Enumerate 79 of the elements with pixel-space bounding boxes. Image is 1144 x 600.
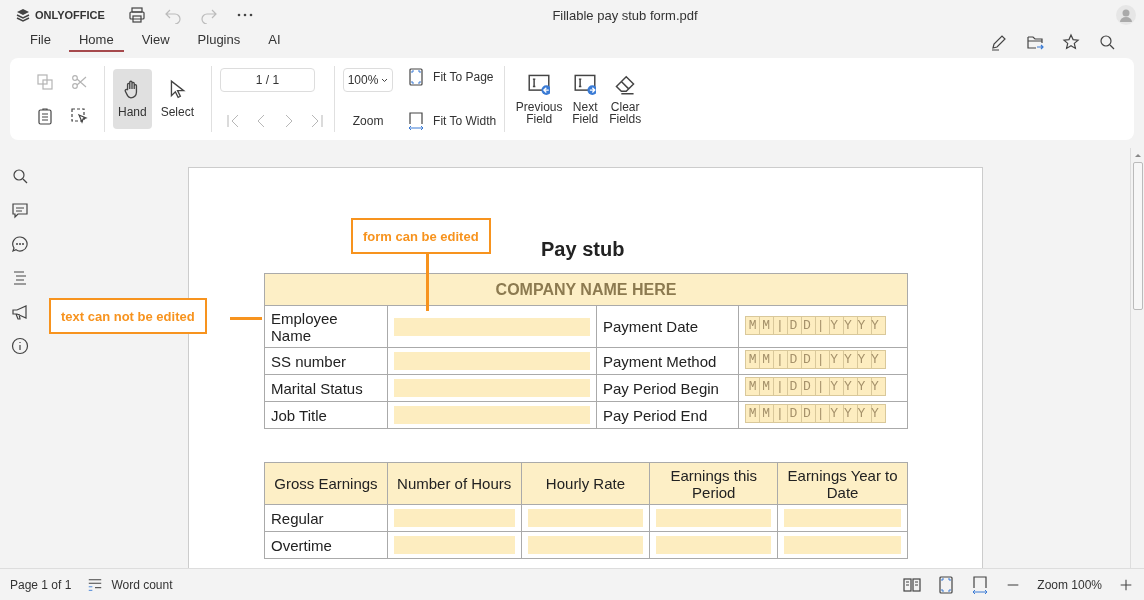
next-field-button[interactable]: Next Field <box>565 69 606 129</box>
leader-line <box>230 317 262 320</box>
zoom-level: Zoom 100% <box>1037 577 1102 592</box>
company-name: COMPANY NAME HERE <box>264 273 908 306</box>
page-count: Page 1 of 1 <box>10 577 72 592</box>
table-cell: Marital Status <box>264 374 388 402</box>
clipboard-icon[interactable] <box>36 107 54 125</box>
previous-field-button[interactable]: Previous Field <box>513 69 566 129</box>
table-cell: Overtime <box>264 531 388 559</box>
form-field[interactable] <box>394 352 590 370</box>
megaphone-icon[interactable] <box>11 303 29 321</box>
form-field[interactable] <box>784 536 901 554</box>
form-field[interactable] <box>393 536 515 554</box>
fit-page-icon <box>407 68 426 86</box>
zoom-dropdown[interactable]: 100% <box>343 68 394 92</box>
select-tool-button[interactable]: Select <box>155 69 200 129</box>
eraser-icon <box>614 73 637 95</box>
fit-to-width-button[interactable]: Fit To Width <box>407 112 497 130</box>
form-field[interactable] <box>656 536 772 554</box>
column-header: Earnings Year to Date <box>777 462 908 505</box>
document-heading: Pay stub <box>541 237 625 262</box>
star-icon[interactable] <box>1062 33 1080 51</box>
print-icon[interactable] <box>128 6 146 24</box>
pencil-icon[interactable] <box>990 33 1008 51</box>
form-field[interactable] <box>527 536 644 554</box>
fit-width-icon[interactable] <box>971 575 990 594</box>
form-field[interactable] <box>393 509 515 527</box>
menu-tab[interactable]: View <box>131 32 180 52</box>
column-header: Earnings this Period <box>649 462 778 505</box>
caret-icon[interactable] <box>381 77 389 83</box>
menu-tab[interactable]: Home <box>68 32 124 52</box>
search-icon[interactable] <box>1098 33 1116 51</box>
form-field[interactable] <box>394 406 590 424</box>
table-cell: SS number <box>264 347 388 375</box>
callout-label: text can not be edited <box>49 298 207 334</box>
clear-fields-button[interactable]: Clear Fields <box>605 69 646 129</box>
comment-icon[interactable] <box>11 201 29 219</box>
list-icon[interactable] <box>11 269 29 287</box>
next-field-icon <box>574 73 597 95</box>
fit-to-page-button[interactable]: Fit To Page <box>407 68 497 86</box>
logo-text: ONLYOFFICE <box>35 9 105 21</box>
word-count-icon <box>87 576 104 593</box>
table-cell: Employee Name <box>264 305 388 348</box>
column-header: Gross Earnings <box>264 462 388 505</box>
form-field[interactable] <box>394 379 590 397</box>
callout-label: form can be edited <box>351 218 491 254</box>
form-field[interactable] <box>784 509 901 527</box>
scrollbar[interactable] <box>1130 148 1144 568</box>
reading-view-icon[interactable] <box>903 575 922 594</box>
table-cell: Pay Period End <box>596 401 739 429</box>
logo-icon <box>16 8 30 22</box>
form-field[interactable] <box>394 317 590 336</box>
table-cell: Payment Date <box>596 305 739 348</box>
info-icon[interactable] <box>11 337 29 355</box>
page-number-field[interactable]: 1 / 1 <box>220 68 316 92</box>
menu-tab[interactable]: File <box>20 32 61 52</box>
menu-tab[interactable]: Plugins <box>187 32 251 52</box>
chat-icon[interactable] <box>11 235 29 253</box>
search-icon[interactable] <box>11 167 29 185</box>
fit-width-icon <box>407 112 426 130</box>
hand-tool-button[interactable]: Hand <box>113 69 152 129</box>
document-title: Fillable pay stub form.pdf <box>551 7 699 23</box>
form-field[interactable] <box>527 509 644 527</box>
column-header: Hourly Rate <box>521 462 650 505</box>
table-cell: Job Title <box>264 401 388 429</box>
table-cell: Payment Method <box>596 347 739 375</box>
selection-icon[interactable] <box>70 107 88 125</box>
form-field[interactable] <box>656 509 772 527</box>
fit-page-icon[interactable] <box>937 575 956 594</box>
table-cell: Pay Period Begin <box>596 374 739 402</box>
table-cell: Regular <box>264 504 388 532</box>
leader-line <box>426 253 429 311</box>
word-count-button[interactable]: Word count <box>87 576 173 593</box>
folder-icon[interactable] <box>1026 33 1044 51</box>
column-header: Number of Hours <box>387 462 522 505</box>
zoom-label: Zoom <box>351 114 385 130</box>
menu-tab[interactable]: AI <box>258 32 291 52</box>
avatar-icon[interactable] <box>1116 5 1136 25</box>
previous-field-icon <box>528 73 551 95</box>
